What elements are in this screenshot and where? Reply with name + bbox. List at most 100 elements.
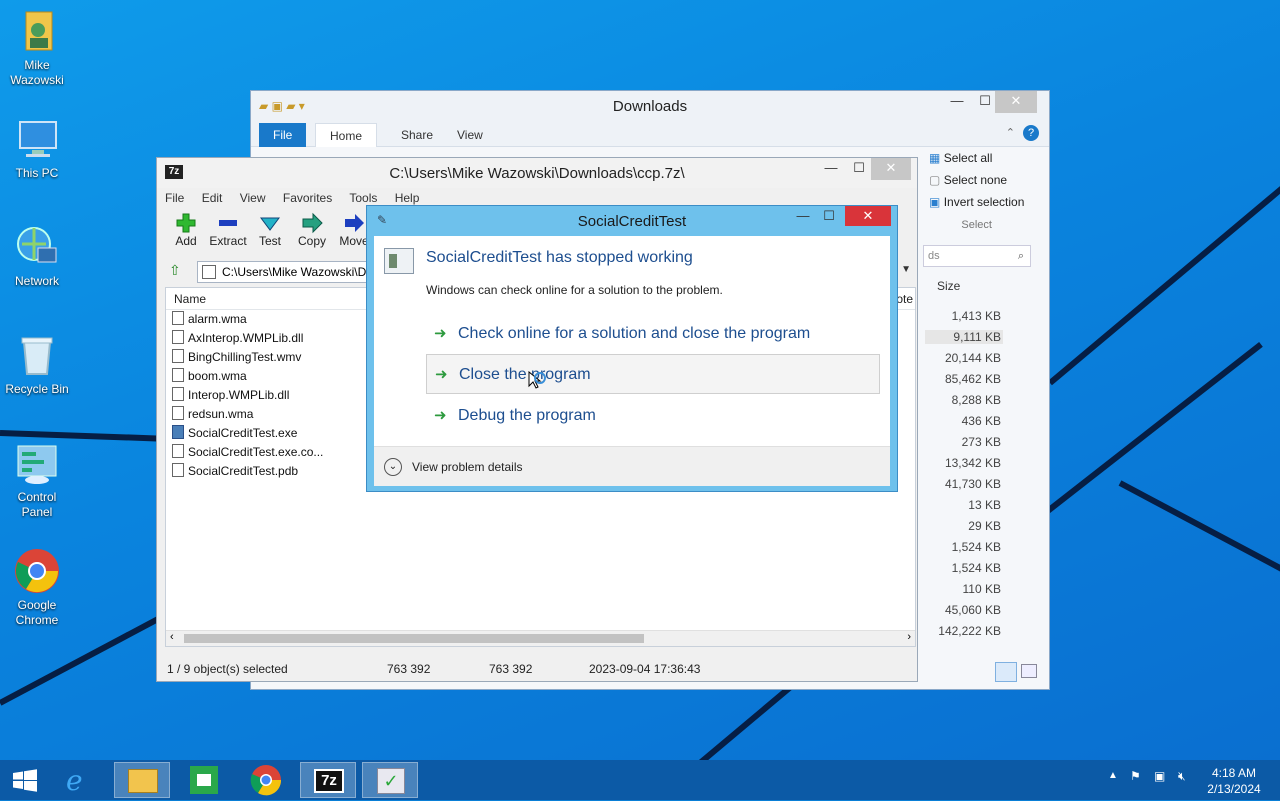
network-tray-icon[interactable]: ▣ <box>1154 769 1165 783</box>
tab-view[interactable]: View <box>443 123 497 147</box>
app-check-icon: ✓ <box>377 768 405 794</box>
dialog-body: SocialCreditTest has stopped working Win… <box>374 236 890 486</box>
minimize-button[interactable]: — <box>943 91 971 113</box>
close-program-label: Close the program <box>459 366 591 383</box>
large-icons-view-icon[interactable] <box>1021 664 1037 678</box>
desktop-icon-control-panel[interactable]: Control Panel <box>1 440 73 520</box>
close-program-option[interactable]: ➜ Close the program <box>426 354 880 394</box>
desktop-icon-this-pc[interactable]: This PC <box>1 116 73 181</box>
menu-file[interactable]: File <box>165 191 184 205</box>
add-button[interactable]: Add <box>165 208 207 252</box>
file-size-cell: 1,413 KB <box>951 309 1001 323</box>
copy-label: Copy <box>297 234 326 248</box>
user-folder-icon <box>14 8 60 54</box>
file-size-cell: 142,222 KB <box>938 624 1001 638</box>
view-details-label: View problem details <box>412 460 523 474</box>
minimize-button[interactable]: — <box>817 158 845 180</box>
search-input[interactable]: ds ⌕ <box>923 245 1031 267</box>
file-name: alarm.wma <box>188 312 247 326</box>
size-column-header[interactable]: Size <box>937 279 960 293</box>
taskbar-7zip[interactable]: 7z <box>300 762 356 798</box>
address-dropdown-icon[interactable]: ▼ <box>901 264 911 275</box>
file-size-cell: 13,342 KB <box>944 456 1001 470</box>
7zip-titlebar[interactable]: 7z C:\Users\Mike Wazowski\Downloads\ccp.… <box>157 158 917 188</box>
select-all-label: Select all <box>943 151 993 165</box>
file-icon <box>172 349 184 363</box>
windows-logo-icon <box>13 769 37 792</box>
check-icon <box>249 212 291 234</box>
file-size-cell: 9,111 KB <box>925 330 1003 344</box>
select-all-icon: ▦ <box>929 151 941 165</box>
show-hidden-icons[interactable]: ▲ <box>1108 770 1118 781</box>
desktop-icon-label: Control Panel <box>17 490 57 519</box>
menu-favorites[interactable]: Favorites <box>283 191 332 205</box>
scrollbar-thumb[interactable] <box>184 634 644 643</box>
close-button[interactable]: ✕ <box>995 91 1037 113</box>
status-bar: 1 / 9 object(s) selected 763 392 763 392… <box>157 659 917 679</box>
green-arrow-icon: ➜ <box>435 366 448 383</box>
taskbar-store[interactable] <box>176 762 232 798</box>
dialog-titlebar[interactable]: ✎ SocialCreditTest — ☐ ✕ <box>367 206 897 236</box>
start-button[interactable] <box>0 762 50 798</box>
select-none-icon: ▢ <box>929 173 941 187</box>
desktop-icon-network[interactable]: Network <box>1 224 73 289</box>
column-other[interactable]: ote <box>896 288 913 310</box>
menu-view[interactable]: View <box>240 191 266 205</box>
control-panel-icon <box>14 440 60 486</box>
status-packed: 763 392 <box>489 662 533 676</box>
file-icon <box>172 406 184 420</box>
up-folder-icon[interactable]: ⇧ <box>169 262 181 279</box>
tab-home[interactable]: Home <box>315 123 378 147</box>
collapse-ribbon-icon[interactable]: ⌃ <box>1006 126 1015 139</box>
details-view-icon[interactable] <box>995 662 1017 682</box>
tab-file[interactable]: File <box>259 123 307 147</box>
extract-button[interactable]: Extract <box>207 208 249 252</box>
desktop-icon-google-chrome[interactable]: Google Chrome <box>1 548 73 628</box>
mouse-cursor-icon <box>528 370 548 394</box>
select-group-label: Select <box>961 219 992 231</box>
file-name: SocialCreditTest.exe.co... <box>188 445 324 459</box>
chrome-icon <box>14 548 60 594</box>
check-online-option[interactable]: ➜ Check online for a solution and close … <box>426 314 880 354</box>
scroll-right-icon[interactable]: › <box>907 631 911 643</box>
network-icon <box>14 224 60 270</box>
explorer-titlebar[interactable]: ▰ ▣ ▰ ▾ Downloads — ☐ ✕ <box>251 91 1049 121</box>
column-name[interactable]: Name <box>174 292 206 306</box>
debug-program-option[interactable]: ➜ Debug the program <box>426 396 880 436</box>
file-size-cell: 273 KB <box>961 435 1001 449</box>
recycle-bin-icon <box>14 332 60 378</box>
view-details-button[interactable]: ⌄ View problem details <box>374 446 890 486</box>
taskbar-chrome[interactable] <box>238 762 294 798</box>
test-button[interactable]: Test <box>249 208 291 252</box>
file-name: SocialCreditTest.pdb <box>188 464 299 478</box>
program-window-icon-part <box>389 254 397 268</box>
close-button[interactable]: ✕ <box>871 158 911 180</box>
volume-muted-icon[interactable]: 🔇︎ <box>1178 769 1186 784</box>
menu-help[interactable]: Help <box>395 191 420 205</box>
tab-share[interactable]: Share <box>387 123 447 147</box>
clock[interactable]: 4:18 AM 2/13/2024 <box>1206 765 1262 797</box>
scroll-left-icon[interactable]: ‹ <box>170 631 174 643</box>
maximize-button[interactable]: ☐ <box>845 158 873 180</box>
file-size-cell: 8,288 KB <box>951 393 1001 407</box>
file-size-cell: 13 KB <box>968 498 1001 512</box>
maximize-button[interactable]: ☐ <box>815 206 843 228</box>
help-icon[interactable]: ? <box>1023 125 1039 141</box>
copy-button[interactable]: Copy <box>291 208 333 252</box>
action-center-flag-icon[interactable]: ⚑ <box>1130 769 1141 783</box>
close-button[interactable]: ✕ <box>845 206 891 226</box>
menu-tools[interactable]: Tools <box>349 191 377 205</box>
taskbar-file-explorer[interactable] <box>114 762 170 798</box>
select-none-button[interactable]: ▢ Select none <box>929 173 1024 195</box>
taskbar-socialcredittest[interactable]: ✓ <box>362 762 418 798</box>
menu-edit[interactable]: Edit <box>202 191 223 205</box>
desktop-icon-user-folder[interactable]: Mike Wazowski <box>1 8 73 88</box>
invert-selection-button[interactable]: ▣ Invert selection <box>929 195 1024 217</box>
select-none-label: Select none <box>943 173 1008 187</box>
taskbar-internet-explorer[interactable]: e <box>52 762 108 798</box>
minimize-button[interactable]: — <box>789 206 817 228</box>
horizontal-scrollbar[interactable]: ‹ › <box>166 630 915 646</box>
select-all-button[interactable]: ▦ Select all <box>929 151 1024 173</box>
desktop-icon-recycle-bin[interactable]: Recycle Bin <box>1 332 73 397</box>
file-name: boom.wma <box>188 369 247 383</box>
